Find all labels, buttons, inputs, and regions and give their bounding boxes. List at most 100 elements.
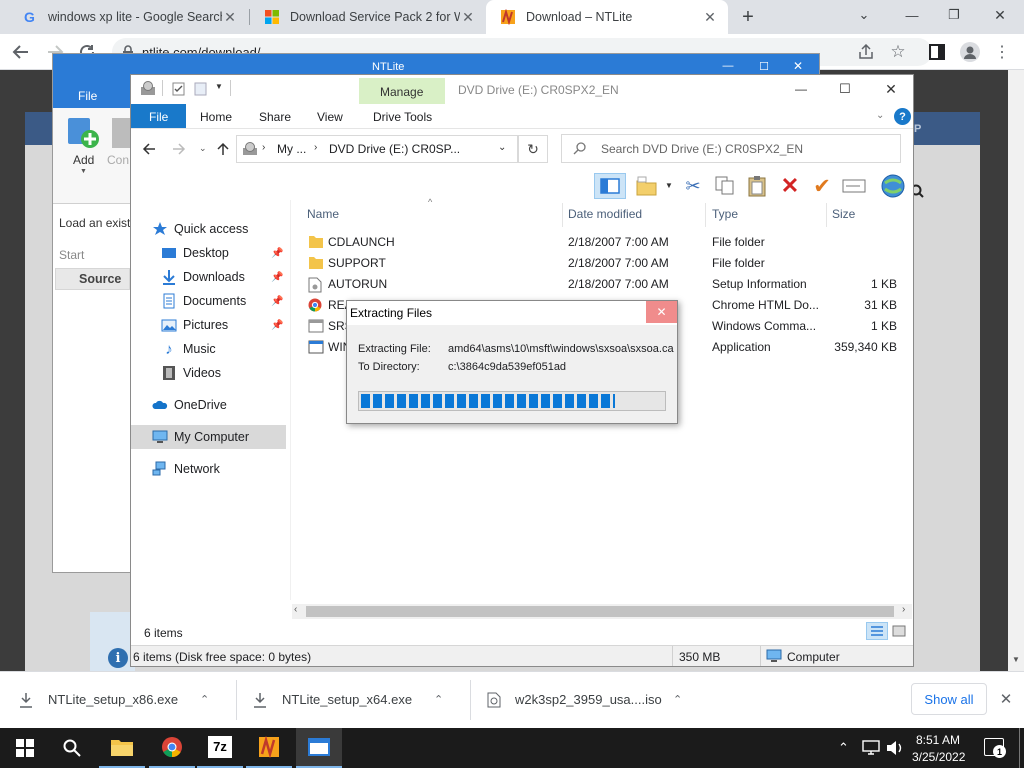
ntlite-file-tab[interactable]: File <box>78 89 97 103</box>
dialog-close-button[interactable]: ✕ <box>646 301 677 323</box>
download-item[interactable]: NTLite_setup_x86.exe ⌃ <box>18 671 238 728</box>
taskbar-file-explorer[interactable] <box>99 728 145 768</box>
explorer-close-button[interactable]: ✕ <box>882 80 900 98</box>
taskbar-7zip[interactable]: 7z <box>197 728 243 768</box>
chevron-up-icon[interactable]: ⌃ <box>434 693 443 706</box>
address-dropdown-icon[interactable]: ⌄ <box>498 142 506 153</box>
scroll-right-icon[interactable]: › <box>902 604 905 615</box>
back-arrow-icon[interactable] <box>12 44 30 60</box>
properties-icon[interactable] <box>172 82 185 96</box>
close-icon[interactable]: ✕ <box>996 688 1016 710</box>
taskbar-ntlite[interactable] <box>246 728 292 768</box>
tab-google-search[interactable]: G windows xp lite - Google Search ✕ <box>8 0 248 34</box>
add-label[interactable]: Add <box>73 153 94 167</box>
start-button[interactable] <box>2 728 48 768</box>
show-all-button[interactable]: Show all <box>911 683 987 715</box>
tab-ntlite-download[interactable]: Download – NTLite ✕ <box>486 0 728 34</box>
download-item[interactable]: w2k3sp2_3959_usa....iso ⌃ <box>487 671 705 728</box>
show-hidden-icons-icon[interactable]: ⌃ <box>838 740 849 756</box>
restore-button[interactable]: ❐ <box>942 5 966 25</box>
ntlite-minimize-button[interactable]: — <box>718 58 738 74</box>
file-icon <box>308 256 324 273</box>
nav-label: Network <box>174 462 220 476</box>
show-desktop-button[interactable] <box>1019 728 1020 768</box>
file-row[interactable]: SUPPORT 2/18/2007 7:00 AM File folder <box>175 253 775 274</box>
ribbon-home-tab[interactable]: Home <box>200 110 232 124</box>
column-type[interactable]: Type <box>712 207 738 221</box>
copy-icon[interactable] <box>714 176 736 196</box>
qat-dropdown-icon[interactable]: ▼ <box>215 82 223 91</box>
chevron-up-icon[interactable]: ⌃ <box>673 693 682 706</box>
download-item[interactable]: NTLite_setup_x64.exe ⌃ <box>252 671 470 728</box>
new-folder-icon[interactable] <box>194 82 207 96</box>
clock-date[interactable]: 3/25/2022 <box>912 750 965 764</box>
explorer-minimize-button[interactable]: — <box>792 80 810 98</box>
file-type: Application <box>712 340 771 354</box>
dvd-drive-icon[interactable] <box>140 81 156 97</box>
download-separator <box>236 680 237 720</box>
paste-icon[interactable] <box>746 175 768 197</box>
volume-icon[interactable] <box>886 740 904 756</box>
back-arrow-icon[interactable] <box>142 142 156 156</box>
add-image-icon[interactable] <box>66 116 100 150</box>
ntlite-maximize-button[interactable]: ☐ <box>754 58 774 74</box>
delete-icon[interactable]: ✕ <box>778 173 802 198</box>
side-panel-icon[interactable] <box>929 44 945 60</box>
nav-onedrive[interactable]: OneDrive <box>152 393 308 417</box>
recent-locations-icon[interactable]: ⌄ <box>199 143 207 154</box>
help-icon[interactable]: ? <box>894 108 911 125</box>
scrollbar-thumb[interactable] <box>306 606 894 617</box>
close-icon[interactable]: ✕ <box>460 9 476 25</box>
column-name[interactable]: Name <box>307 207 339 221</box>
breadcrumb-chevron-icon: › <box>314 142 318 153</box>
tab-search-icon[interactable]: ⌄ <box>852 5 876 25</box>
globe-icon[interactable] <box>880 173 906 199</box>
nav-my-computer[interactable]: My Computer <box>152 425 308 449</box>
network-icon[interactable] <box>862 740 880 756</box>
profile-avatar-icon[interactable] <box>960 42 980 62</box>
rename-icon[interactable] <box>842 178 866 194</box>
column-size[interactable]: Size <box>832 207 855 221</box>
clock-time[interactable]: 8:51 AM <box>916 733 960 747</box>
close-icon[interactable]: ✕ <box>702 9 718 25</box>
nav-videos[interactable]: Videos <box>161 361 317 385</box>
taskbar-active-window[interactable] <box>296 728 342 768</box>
taskbar-chrome[interactable] <box>149 728 195 768</box>
bookmark-star-icon[interactable]: ☆ <box>888 42 908 62</box>
menu-kebab-icon[interactable]: ⋮ <box>994 42 1010 62</box>
file-row[interactable]: AUTORUN 2/18/2007 7:00 AM Setup Informatio… <box>175 274 897 296</box>
qat-separator <box>162 80 163 96</box>
file-row[interactable]: CDLAUNCH 2/18/2007 7:00 AM File folder <box>175 232 775 253</box>
breadcrumb-dvd-drive[interactable]: DVD Drive (E:) CR0SP... <box>329 142 460 156</box>
ribbon-view-tab[interactable]: View <box>317 110 343 124</box>
new-folder-icon[interactable] <box>636 176 658 196</box>
nav-network[interactable]: Network <box>152 457 308 481</box>
share-icon[interactable] <box>858 44 874 60</box>
taskbar-search-button[interactable] <box>49 728 95 768</box>
cut-icon[interactable]: ✂ <box>682 175 704 197</box>
ribbon-share-tab[interactable]: Share <box>259 110 291 124</box>
new-folder-dropdown-icon[interactable]: ▼ <box>665 181 673 190</box>
explorer-maximize-button[interactable]: ☐ <box>836 80 854 98</box>
forward-arrow-icon[interactable] <box>172 142 186 156</box>
ribbon-drive-tools-tab[interactable]: Drive Tools <box>373 110 432 124</box>
to-directory-value: c:\3864c9da539ef051ad <box>448 361 567 373</box>
column-date-modified[interactable]: Date modified <box>568 207 642 221</box>
ribbon-collapse-icon[interactable]: ⌄ <box>876 110 884 121</box>
ntlite-close-button[interactable]: ✕ <box>788 58 808 74</box>
minimize-button[interactable]: — <box>900 5 924 25</box>
tab-service-pack[interactable]: Download Service Pack 2 for Win ✕ <box>250 0 486 34</box>
large-icons-view-icon[interactable] <box>892 625 906 637</box>
add-dropdown-icon[interactable]: ▼ <box>80 168 87 175</box>
page-scrollbar[interactable] <box>1008 70 1024 671</box>
scroll-left-icon[interactable]: ‹ <box>294 604 297 615</box>
file-icon <box>308 277 322 296</box>
close-window-button[interactable]: ✕ <box>988 5 1012 25</box>
breadcrumb-my-computer[interactable]: My ... <box>277 142 306 156</box>
up-arrow-icon[interactable] <box>216 142 230 156</box>
chevron-up-icon[interactable]: ⌃ <box>200 693 209 706</box>
checkmark-icon[interactable]: ✔ <box>810 174 834 198</box>
new-tab-button[interactable]: + <box>736 5 760 29</box>
scroll-down-icon[interactable]: ▼ <box>1012 655 1020 664</box>
close-icon[interactable]: ✕ <box>222 9 238 25</box>
